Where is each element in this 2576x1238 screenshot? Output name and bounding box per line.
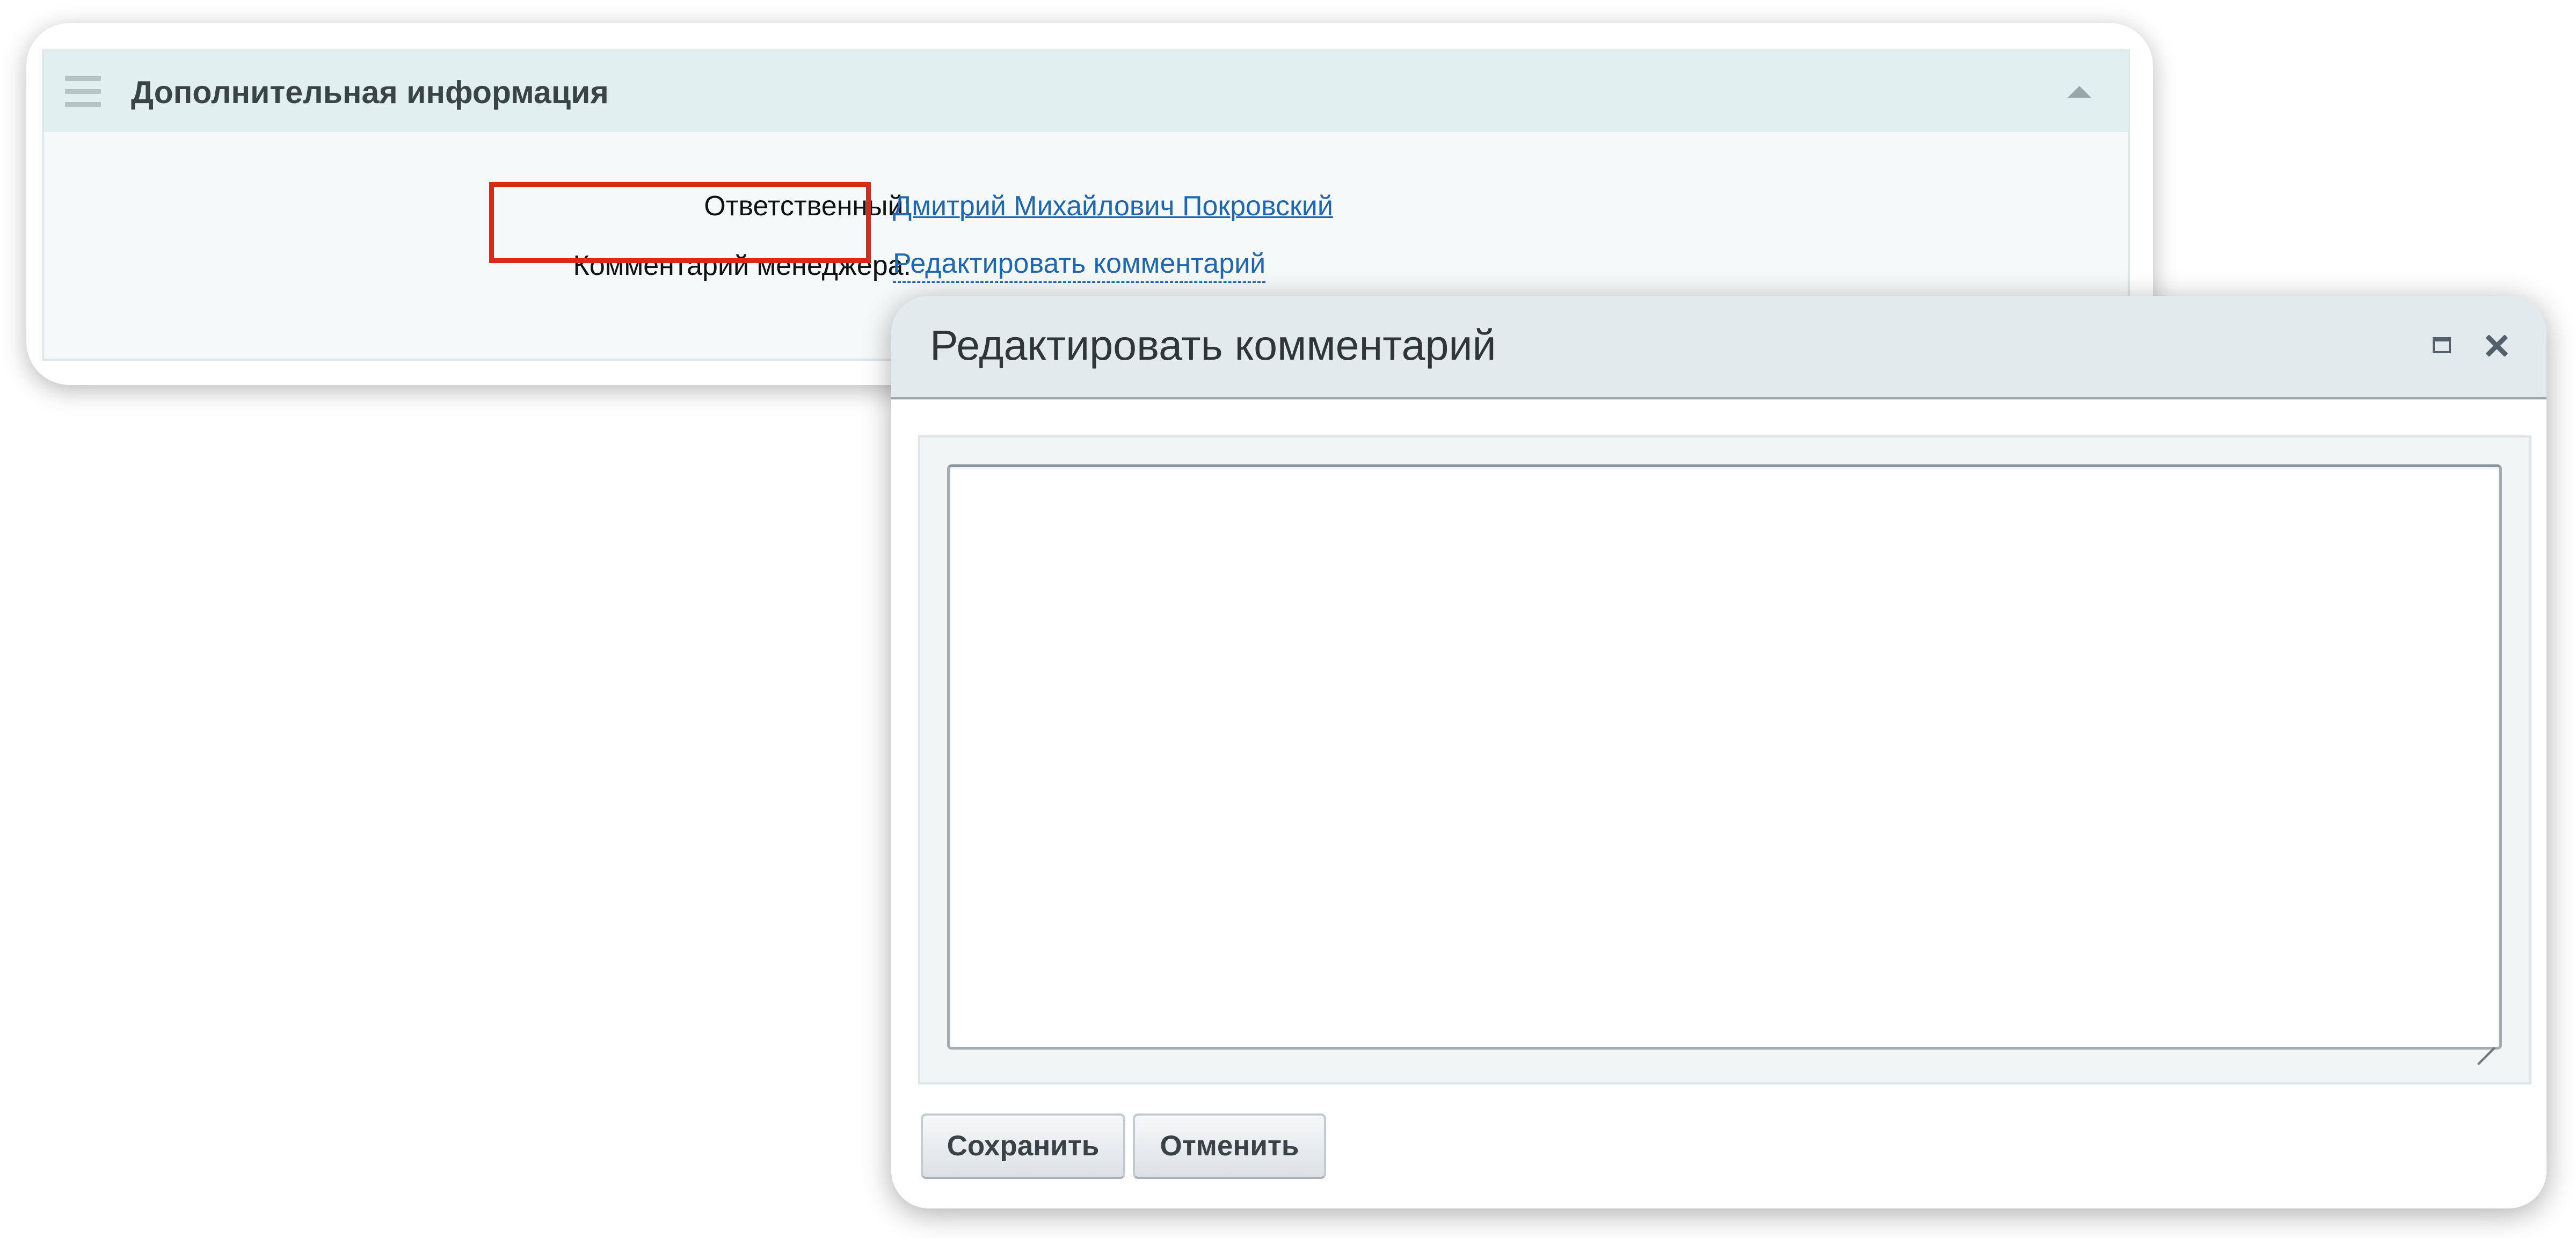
save-button[interactable]: Сохранить (921, 1113, 1125, 1179)
edit-comment-dialog: Редактировать комментарий Сохранить Отме… (891, 296, 2546, 1208)
collapse-arrow-icon[interactable] (2068, 86, 2091, 98)
dialog-header[interactable]: Редактировать комментарий (891, 296, 2546, 399)
dialog-title: Редактировать комментарий (930, 321, 1496, 369)
edit-comment-link[interactable]: Редактировать комментарий (893, 246, 1266, 283)
responsible-label: Ответственный: (704, 191, 911, 222)
section-title: Дополнительная информация (131, 75, 609, 110)
maximize-icon[interactable] (2433, 337, 2451, 353)
field-row-manager-comment: Комментарий менеджера: Редактировать ком… (44, 246, 2128, 286)
close-icon[interactable] (2482, 331, 2511, 360)
comment-textarea[interactable] (947, 464, 2502, 1050)
section-header[interactable]: Дополнительная информация (44, 52, 2128, 132)
responsible-link[interactable]: Дмитрий Михайлович Покровский (893, 186, 1333, 226)
dialog-body (918, 435, 2531, 1084)
resize-grip-icon[interactable] (2477, 1030, 2495, 1048)
manager-comment-label: Комментарий менеджера: (573, 250, 911, 281)
cancel-button[interactable]: Отменить (1133, 1113, 1326, 1179)
field-row-responsible: Ответственный: Дмитрий Михайлович Покров… (44, 186, 2128, 226)
drag-handle-icon[interactable] (65, 76, 101, 107)
